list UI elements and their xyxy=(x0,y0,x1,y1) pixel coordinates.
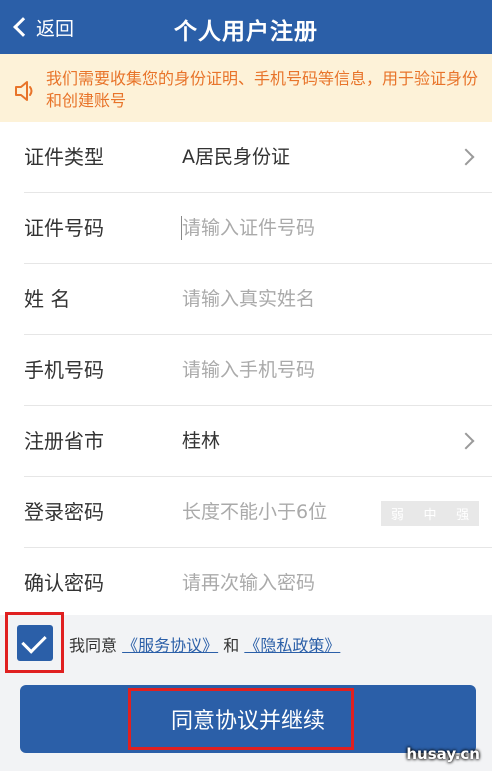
watermark: husay.cn xyxy=(406,745,480,763)
id-type-select[interactable]: A居民身份证 xyxy=(182,122,290,193)
speaker-icon xyxy=(15,81,33,101)
chevron-right-icon xyxy=(457,148,475,166)
highlight-box xyxy=(128,688,354,750)
id-type-row[interactable]: 证件类型 A居民身份证 xyxy=(0,122,492,193)
strength-weak: 弱 xyxy=(390,508,404,523)
privacy-policy-link[interactable]: 《隐私政策》 xyxy=(244,636,340,655)
strength-medium: 中 xyxy=(423,508,437,523)
service-agreement-link[interactable]: 《服务协议》 xyxy=(122,636,218,655)
app-header: 返回 个人用户注册 xyxy=(0,0,492,54)
password-input[interactable]: 长度不能小于6位 xyxy=(182,477,327,548)
confirm-password-label: 确认密码 xyxy=(24,571,104,595)
name-row: 姓 名 请输入真实姓名 xyxy=(0,264,492,335)
agreement-text: 我同意 《服务协议》 和 《隐私政策》 xyxy=(69,632,340,656)
id-number-input[interactable]: 请输入证件号码 xyxy=(182,193,315,264)
password-row: 登录密码 长度不能小于6位 弱 中 强 xyxy=(0,477,492,548)
agree-prefix: 我同意 xyxy=(69,636,118,655)
page-title: 个人用户注册 xyxy=(174,19,318,45)
phone-label: 手机号码 xyxy=(24,358,104,382)
name-label: 姓 名 xyxy=(24,287,71,311)
region-select[interactable]: 桂林 xyxy=(182,406,220,477)
agreement-row: 我同意 《服务协议》 和 《隐私政策》 xyxy=(0,615,492,675)
chevron-right-icon xyxy=(457,432,475,450)
phone-input[interactable]: 请输入手机号码 xyxy=(182,335,315,406)
registration-form: 证件类型 A居民身份证 证件号码 请输入证件号码 姓 名 请输入真实姓名 手机号… xyxy=(0,122,492,615)
privacy-notice: 我们需要收集您的身份证明、手机号码等信息，用于验证身份和创建账号 xyxy=(0,54,492,122)
highlight-box xyxy=(5,612,64,673)
password-label: 登录密码 xyxy=(24,500,104,524)
strength-strong: 强 xyxy=(456,508,470,523)
name-input[interactable]: 请输入真实姓名 xyxy=(182,264,315,335)
id-number-row: 证件号码 请输入证件号码 xyxy=(0,193,492,264)
password-strength-meter: 弱 中 强 xyxy=(381,501,479,526)
confirm-password-input[interactable]: 请再次输入密码 xyxy=(182,548,315,619)
phone-row: 手机号码 请输入手机号码 xyxy=(0,335,492,406)
notice-text: 我们需要收集您的身份证明、手机号码等信息，用于验证身份和创建账号 xyxy=(46,69,479,110)
region-label: 注册省市 xyxy=(24,429,104,453)
id-type-label: 证件类型 xyxy=(24,145,104,169)
id-number-label: 证件号码 xyxy=(24,216,104,240)
region-row[interactable]: 注册省市 桂林 xyxy=(0,406,492,477)
confirm-password-row: 确认密码 请再次输入密码 xyxy=(0,548,492,619)
agree-and: 和 xyxy=(223,636,240,655)
